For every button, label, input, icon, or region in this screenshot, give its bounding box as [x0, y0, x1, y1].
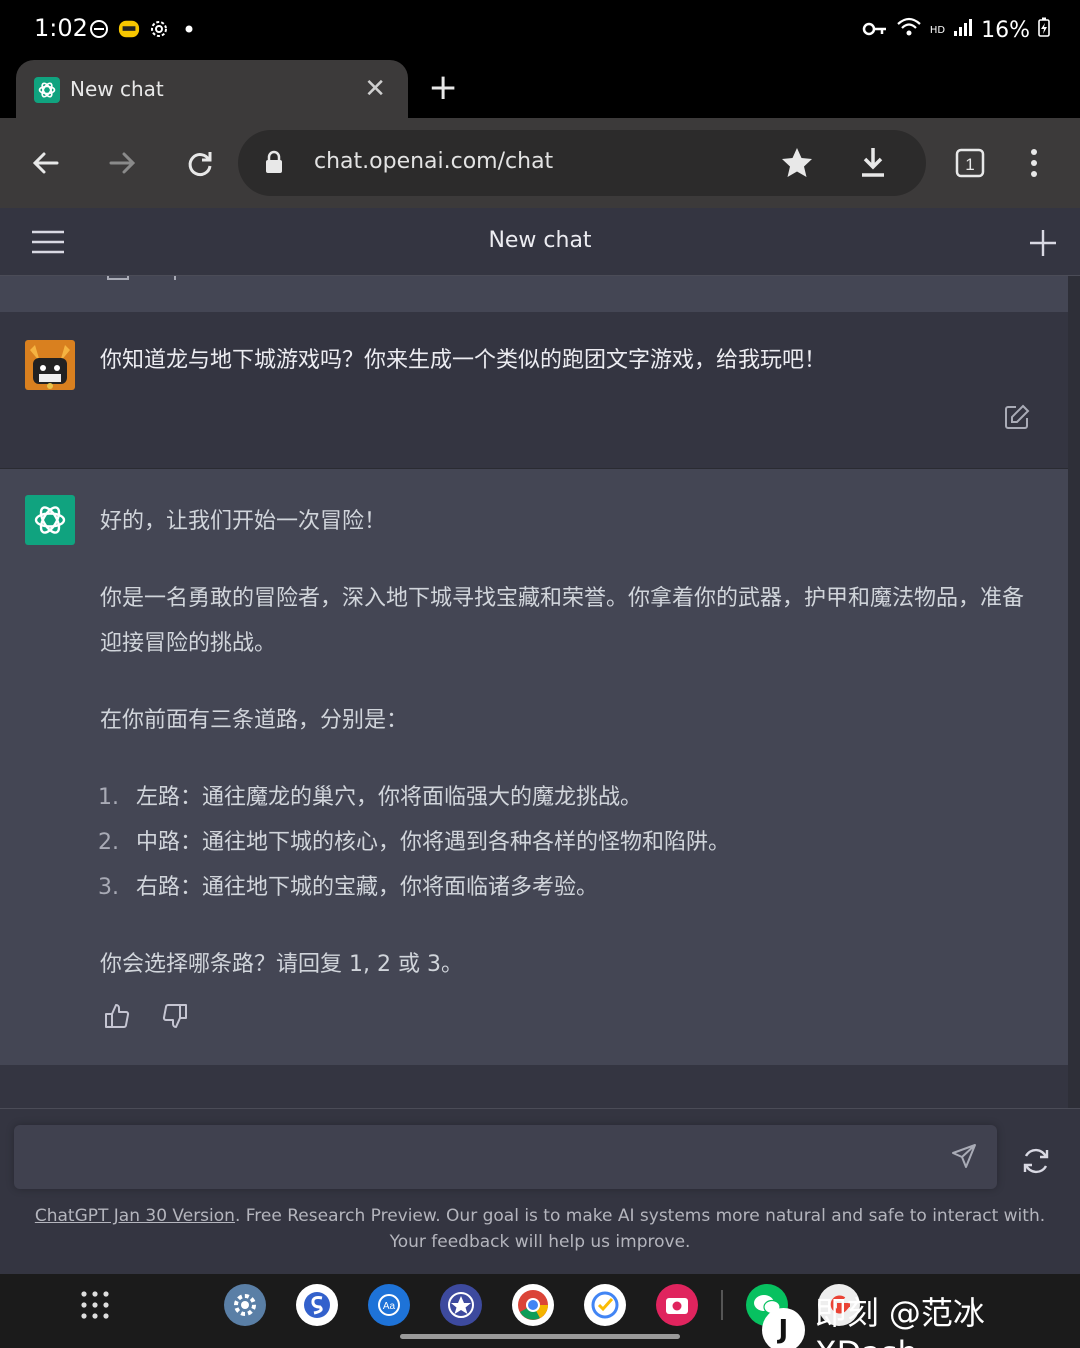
browser-toolbar: chat.openai.com/chat 1	[0, 118, 1080, 208]
simplenote-app-icon[interactable]	[296, 1284, 338, 1326]
address-bar[interactable]: chat.openai.com/chat	[238, 130, 926, 196]
more-notifications-dot-icon	[178, 18, 200, 40]
dictionary-app-icon[interactable]: Aa	[368, 1284, 410, 1326]
camera-app-icon[interactable]	[656, 1284, 698, 1326]
scrollbar[interactable]	[1068, 276, 1080, 1108]
status-left-icons	[88, 18, 200, 40]
edit-message-icon[interactable]	[1004, 404, 1030, 434]
download-icon[interactable]	[858, 146, 888, 182]
do-not-disturb-icon	[88, 18, 110, 40]
list-item: 3. 右路：通往地下城的宝藏，你将面临诸多考验。	[98, 865, 1040, 910]
battery-percent: 16%	[981, 17, 1030, 43]
user-avatar	[25, 340, 75, 390]
regenerate-icon[interactable]	[1020, 1145, 1052, 1181]
assistant-paths-intro: 在你前面有三条道路，分别是：	[100, 708, 409, 733]
assistant-paragraph: 你是一名勇敢的冒险者，深入地下城寻找宝藏和荣誉。你拿着你的武器，护甲和魔法物品，…	[100, 586, 1025, 656]
back-arrow-icon[interactable]	[26, 143, 66, 183]
composer-area: ChatGPT Jan 30 Version. Free Research Pr…	[0, 1108, 1080, 1274]
version-link[interactable]: ChatGPT Jan 30 Version	[35, 1206, 235, 1226]
browser-tab-new-chat[interactable]: New chat ✕	[16, 60, 408, 122]
watermark: J 即刻 @范冰XDash	[762, 1288, 1080, 1348]
user-message: 你知道龙与地下城游戏吗？你来生成一个类似的跑团文字游戏，给我玩吧！	[0, 312, 1068, 469]
message-input[interactable]	[14, 1125, 997, 1189]
app-drawer-icon[interactable]	[80, 1290, 110, 1324]
reload-icon[interactable]	[180, 143, 220, 183]
list-item-text: 中路：通往地下城的核心，你将遇到各种各样的怪物和陷阱。	[136, 830, 731, 855]
new-tab-plus-icon[interactable]: +	[428, 68, 458, 108]
assistant-message-body: 好的，让我们开始一次冒险！ 你是一名勇敢的冒险者，深入地下城寻找宝藏和荣誉。你拿…	[98, 499, 1040, 1019]
bookmark-star-icon[interactable]	[780, 146, 814, 184]
disclaimer-body: . Free Research Preview. Our goal is to …	[234, 1206, 1046, 1252]
chatgpt-logo-icon	[25, 495, 75, 545]
previous-message-tail	[0, 276, 1068, 312]
star-app-icon[interactable]	[440, 1284, 482, 1326]
wifi-icon	[896, 16, 922, 44]
browser-menu-icon[interactable]	[1014, 143, 1054, 183]
battery-charging-icon	[1038, 17, 1050, 43]
tab-switcher-icon[interactable]: 1	[950, 143, 990, 183]
tasks-app-icon[interactable]	[584, 1284, 626, 1326]
svg-text:Aa: Aa	[383, 1301, 396, 1312]
page-title: New chat	[488, 228, 592, 253]
vpn-key-icon	[862, 18, 888, 43]
assistant-message: 好的，让我们开始一次冒险！ 你是一名勇敢的冒险者，深入地下城寻找宝藏和荣誉。你拿…	[0, 469, 1068, 1065]
tab-title: New chat	[70, 77, 164, 101]
hd-badge: HD	[929, 24, 946, 36]
list-item-text: 左路：通往魔龙的巢穴，你将面临强大的魔龙挑战。	[136, 785, 643, 810]
jike-logo-icon: J	[762, 1308, 805, 1348]
send-icon[interactable]	[951, 1143, 977, 1173]
conversation-area[interactable]: 你知道龙与地下城游戏吗？你来生成一个类似的跑团文字游戏，给我玩吧！ 好的，让我们…	[0, 276, 1080, 1108]
notification-app-icon	[118, 18, 140, 40]
status-bar: 1:02 HD 16%	[0, 0, 1080, 60]
list-item-text: 右路：通往地下城的宝藏，你将面临诸多考验。	[136, 875, 599, 900]
assistant-question: 你会选择哪条路？请回复 1, 2 或 3。	[100, 952, 463, 977]
new-chat-plus-icon[interactable]	[1028, 228, 1058, 262]
close-tab-icon[interactable]: ✕	[364, 76, 386, 102]
user-message-text: 你知道龙与地下城游戏吗？你来生成一个类似的跑团文字游戏，给我玩吧！	[100, 348, 827, 373]
prev-thumbs-down-icon[interactable]	[170, 276, 180, 289]
feedback-buttons	[104, 1003, 188, 1033]
signal-icon	[953, 17, 973, 43]
dock-divider	[721, 1290, 723, 1320]
taskbar-dock: Aa J 即刻 @范冰XDash	[0, 1274, 1080, 1348]
home-indicator[interactable]	[400, 1334, 680, 1339]
openai-favicon-icon	[34, 77, 60, 103]
list-item-number: 1.	[98, 785, 119, 810]
tab-count: 1	[965, 155, 974, 174]
assistant-intro: 好的，让我们开始一次冒险！	[100, 509, 387, 534]
status-right-icons: HD 16%	[862, 16, 1050, 44]
list-item-number: 2.	[98, 830, 119, 855]
watermark-text: 即刻 @范冰XDash	[814, 1294, 985, 1348]
list-item: 1. 左路：通往魔龙的巢穴，你将面临强大的魔龙挑战。	[98, 775, 1040, 820]
url-text[interactable]: chat.openai.com/chat	[314, 149, 553, 174]
list-item: 2. 中路：通往地下城的核心，你将遇到各种各样的怪物和陷阱。	[98, 820, 1040, 865]
thumbs-up-icon[interactable]	[104, 1003, 130, 1033]
browser-tab-strip: New chat ✕ +	[0, 60, 1080, 122]
forward-arrow-icon[interactable]	[102, 143, 142, 183]
list-item-number: 3.	[98, 875, 119, 900]
settings-app-icon[interactable]	[224, 1284, 266, 1326]
thumbs-down-icon[interactable]	[162, 1003, 188, 1033]
lock-icon	[264, 150, 284, 178]
status-time: 1:02	[34, 14, 88, 42]
path-options-list: 1. 左路：通往魔龙的巢穴，你将面临强大的魔龙挑战。 2. 中路：通往地下城的核心，…	[98, 775, 1040, 910]
disclaimer-text: ChatGPT Jan 30 Version. Free Research Pr…	[20, 1203, 1060, 1255]
chrome-app-icon[interactable]	[512, 1284, 554, 1326]
chatgpt-header: New chat	[0, 208, 1080, 276]
settings-gear-icon	[148, 18, 170, 40]
prev-thumbs-up-icon[interactable]	[106, 276, 130, 289]
